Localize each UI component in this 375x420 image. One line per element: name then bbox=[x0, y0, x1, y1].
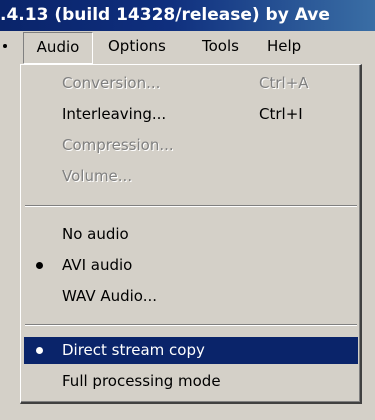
menu-item-volume[interactable]: Volume... bbox=[24, 163, 358, 190]
menu-item-label: Compression... bbox=[62, 136, 174, 154]
menu-item-label: Conversion... bbox=[62, 74, 161, 92]
menu-item-label: Volume... bbox=[62, 167, 133, 185]
menu-item-label: Interleaving... bbox=[62, 105, 167, 123]
menu-item-label: Full processing mode bbox=[62, 372, 221, 390]
menu-item-label: Direct stream copy bbox=[62, 341, 205, 359]
radio-bullet-icon bbox=[36, 347, 43, 354]
radio-bullet-icon bbox=[36, 262, 43, 269]
menu-item-conversion[interactable]: Conversion... Ctrl+A bbox=[24, 70, 358, 97]
menu-bar: Audio Options Tools Help bbox=[0, 31, 375, 64]
menu-item-label: AVI audio bbox=[62, 256, 133, 274]
menu-separator bbox=[25, 324, 357, 326]
menu-item-shortcut: Ctrl+A bbox=[259, 74, 309, 92]
window-title: .4.13 (build 14328/release) by Ave bbox=[0, 5, 330, 25]
menu-item-no-audio[interactable]: No audio bbox=[24, 221, 358, 248]
menu-item-avi-audio[interactable]: AVI audio bbox=[24, 252, 358, 279]
audio-dropdown-menu: Conversion... Ctrl+A Interleaving... Ctr… bbox=[20, 64, 362, 404]
menu-item-label: WAV Audio... bbox=[62, 287, 158, 305]
menu-options[interactable]: Options bbox=[108, 31, 166, 62]
menu-item-label: No audio bbox=[62, 225, 129, 243]
menu-item-direct-stream-copy[interactable]: Direct stream copy bbox=[24, 337, 358, 364]
title-bar: .4.13 (build 14328/release) by Ave bbox=[0, 0, 375, 31]
menu-item-shortcut: Ctrl+I bbox=[259, 105, 303, 123]
menu-separator bbox=[25, 205, 357, 207]
menu-audio[interactable]: Audio bbox=[23, 32, 93, 64]
menu-item-wav-audio[interactable]: WAV Audio... bbox=[24, 283, 358, 310]
menu-item-compression[interactable]: Compression... bbox=[24, 132, 358, 159]
menubar-separator-dot bbox=[3, 44, 7, 48]
menu-tools[interactable]: Tools bbox=[202, 31, 239, 62]
menu-item-interleaving[interactable]: Interleaving... Ctrl+I bbox=[24, 101, 358, 128]
menu-help[interactable]: Help bbox=[267, 31, 301, 62]
menu-item-full-processing-mode[interactable]: Full processing mode bbox=[24, 368, 358, 395]
